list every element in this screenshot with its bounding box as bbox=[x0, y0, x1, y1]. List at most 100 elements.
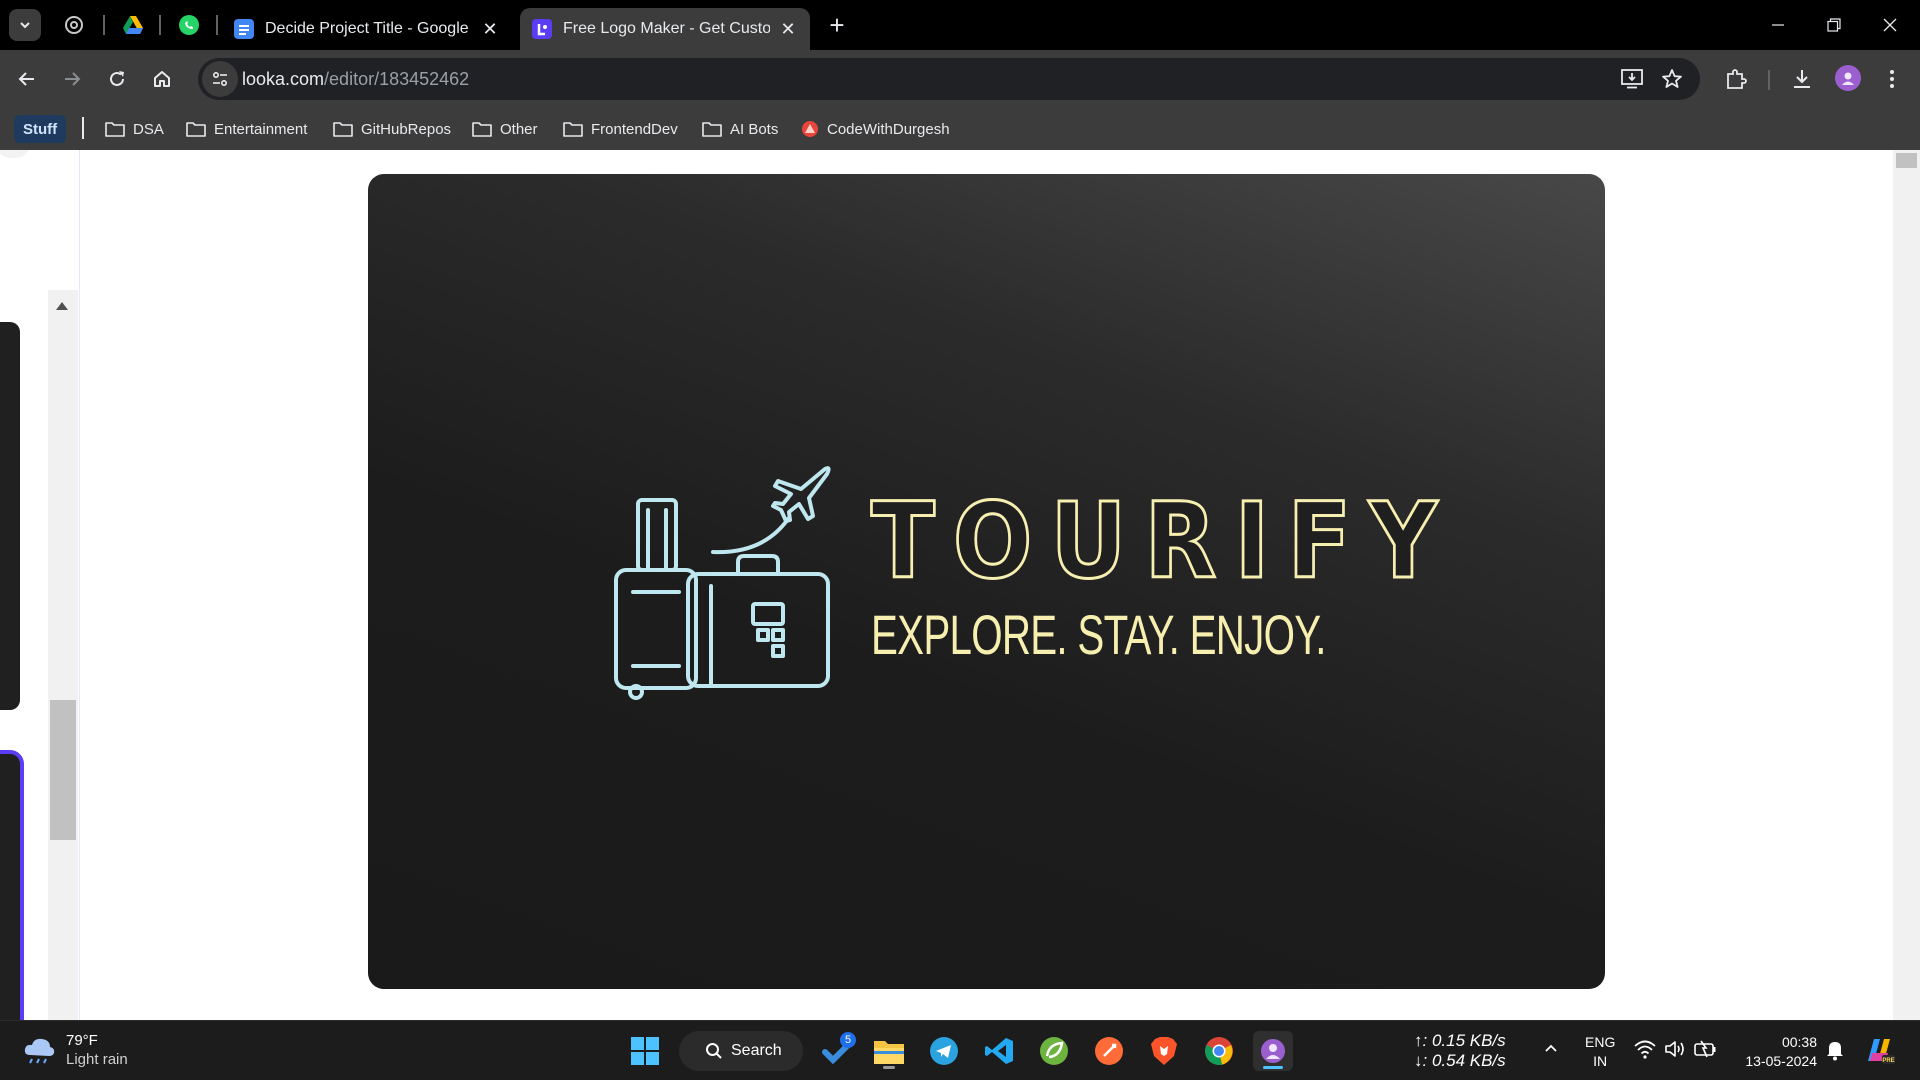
taskbar-app-spring[interactable] bbox=[1034, 1031, 1074, 1071]
bookmark-codewithdurgesh[interactable]: CodeWithDurgesh bbox=[801, 116, 950, 142]
folder-icon bbox=[702, 122, 722, 137]
search-icon bbox=[706, 1043, 722, 1059]
bookmark-stuff[interactable]: Stuff bbox=[14, 115, 67, 143]
clock-date: 13-05-2024 bbox=[1745, 1053, 1817, 1069]
bookmark-folder-ai-bots[interactable]: AI Bots bbox=[702, 116, 778, 142]
install-app-button[interactable] bbox=[1620, 67, 1644, 91]
folder-icon bbox=[333, 122, 353, 137]
clock-time: 00:38 bbox=[1781, 1034, 1817, 1050]
browser-menu-button[interactable] bbox=[1874, 61, 1910, 97]
tab-search-button[interactable] bbox=[9, 9, 41, 41]
logo-brand-name: TOURIFY bbox=[870, 480, 1456, 602]
kebab-menu-icon bbox=[1890, 70, 1894, 88]
system-clock[interactable]: 00:38 13-05-2024 bbox=[1737, 1033, 1817, 1071]
download-icon bbox=[1794, 70, 1810, 88]
puzzle-icon bbox=[1727, 69, 1747, 89]
profile-avatar[interactable] bbox=[1835, 65, 1861, 91]
taskbar-app-telegram[interactable] bbox=[924, 1031, 964, 1071]
copilot-button[interactable]: PRE bbox=[1862, 1033, 1896, 1072]
close-tab-icon[interactable]: ✕ bbox=[778, 19, 798, 39]
svg-text:PRE: PRE bbox=[1882, 1058, 1894, 1064]
url-domain: looka.com bbox=[242, 69, 325, 89]
show-hidden-icons-button[interactable] bbox=[1543, 1040, 1559, 1061]
tab-separator bbox=[103, 15, 105, 35]
close-window-button[interactable] bbox=[1862, 0, 1918, 50]
back-button[interactable] bbox=[9, 61, 45, 97]
bookmark-folder-entertainment[interactable]: Entertainment bbox=[186, 116, 307, 142]
todo-badge: 5 bbox=[840, 1032, 856, 1048]
address-bar[interactable]: looka.com/editor/183452462 bbox=[198, 58, 1700, 100]
url-path: /editor/183452462 bbox=[324, 69, 470, 89]
restore-icon bbox=[1827, 18, 1841, 32]
taskbar-app-vscode[interactable] bbox=[979, 1031, 1019, 1071]
wifi-icon bbox=[1634, 1040, 1656, 1059]
page-scroll-thumb[interactable] bbox=[1896, 153, 1917, 168]
url-text[interactable]: looka.com/editor/183452462 bbox=[242, 69, 469, 90]
bookmark-label: Other bbox=[500, 120, 538, 138]
downloads-button[interactable] bbox=[1784, 61, 1820, 97]
taskbar-app-chrome-profile[interactable] bbox=[1253, 1031, 1293, 1071]
system-tray-icons[interactable] bbox=[1634, 1039, 1716, 1059]
preview-thumbnail[interactable] bbox=[0, 322, 20, 710]
input-language-indicator[interactable]: ENG IN bbox=[1585, 1033, 1615, 1071]
profile-icon bbox=[1842, 72, 1854, 85]
page-scrollbar[interactable] bbox=[1893, 150, 1920, 1020]
running-indicator bbox=[883, 1066, 895, 1069]
scroll-up-arrow-icon[interactable] bbox=[56, 302, 68, 310]
reload-button[interactable] bbox=[99, 61, 135, 97]
extensions-button[interactable] bbox=[1718, 61, 1754, 97]
home-button[interactable] bbox=[144, 61, 180, 97]
bookmark-label: Entertainment bbox=[214, 120, 308, 138]
download-speed: ↓: 0.54 KB/s bbox=[1414, 1051, 1506, 1070]
close-icon bbox=[1883, 18, 1897, 32]
windows-start-icon bbox=[631, 1037, 659, 1065]
bookmark-star-button[interactable] bbox=[1660, 67, 1684, 91]
close-tab-icon[interactable]: ✕ bbox=[480, 19, 500, 39]
panel-scrollbar[interactable] bbox=[48, 290, 78, 1020]
site-info-button[interactable] bbox=[202, 61, 238, 97]
restore-button[interactable] bbox=[1806, 0, 1862, 50]
selected-preview-thumbnail[interactable] bbox=[0, 750, 24, 1020]
weather-widget[interactable]: 79°F Light rain bbox=[22, 1031, 128, 1069]
tab-looka[interactable]: Free Logo Maker - Get Custom Logo Design… bbox=[520, 8, 810, 50]
pinned-tab-drive[interactable] bbox=[120, 12, 146, 38]
chrome-profile-icon bbox=[1261, 1039, 1285, 1063]
spring-icon bbox=[1040, 1037, 1068, 1065]
forward-button[interactable] bbox=[54, 61, 90, 97]
bookmark-folder-frontenddev[interactable]: FrontendDev bbox=[563, 116, 678, 142]
notifications-button[interactable] bbox=[1825, 1039, 1845, 1066]
home-icon bbox=[154, 71, 170, 87]
minimize-button[interactable] bbox=[1750, 0, 1806, 50]
google-drive-icon bbox=[123, 16, 143, 34]
luggage-airplane-icon bbox=[614, 466, 831, 700]
minimize-icon bbox=[1772, 24, 1784, 26]
folder-icon bbox=[105, 122, 125, 137]
tab-google-docs[interactable]: Decide Project Title - Google Docs ✕ bbox=[222, 8, 517, 50]
new-tab-button[interactable]: + bbox=[823, 10, 851, 40]
bookmark-label: AI Bots bbox=[730, 120, 779, 138]
taskbar-app-brave[interactable] bbox=[1144, 1031, 1184, 1071]
copilot-icon: PRE bbox=[1868, 1039, 1895, 1064]
taskbar-app-todo[interactable]: 5 bbox=[818, 1031, 858, 1071]
taskbar-app-chrome[interactable] bbox=[1199, 1031, 1239, 1071]
battery-charging-icon bbox=[1694, 1040, 1716, 1058]
pinned-tab-whatsapp[interactable] bbox=[176, 12, 202, 38]
taskbar-app-postman[interactable] bbox=[1089, 1031, 1129, 1071]
bookmark-folder-dsa[interactable]: DSA bbox=[105, 116, 164, 142]
windows-taskbar: 79°F Light rain Search 5 ↑: 0.15 KB/s ↓:… bbox=[0, 1020, 1920, 1080]
taskbar-app-file-explorer[interactable] bbox=[869, 1031, 909, 1071]
upload-speed: ↑: 0.15 KB/s bbox=[1414, 1031, 1506, 1050]
bookmark-folder-other[interactable]: Other bbox=[472, 116, 538, 142]
panel-scroll-thumb[interactable] bbox=[50, 700, 76, 840]
browser-toolbar: looka.com/editor/183452462 bbox=[0, 50, 1920, 108]
tune-icon bbox=[212, 71, 228, 87]
rain-cloud-icon bbox=[24, 1038, 55, 1064]
start-button[interactable] bbox=[625, 1031, 665, 1071]
bookmark-label: FrontendDev bbox=[591, 120, 678, 138]
bookmark-folder-githubrepos[interactable]: GitHubRepos bbox=[333, 116, 451, 142]
chevron-down-icon bbox=[20, 22, 30, 29]
weather-description: Light rain bbox=[66, 1051, 128, 1068]
editor-left-panel bbox=[0, 150, 80, 1020]
taskbar-search-button[interactable]: Search bbox=[679, 1031, 803, 1071]
pinned-tab-chatgpt[interactable] bbox=[61, 12, 87, 38]
